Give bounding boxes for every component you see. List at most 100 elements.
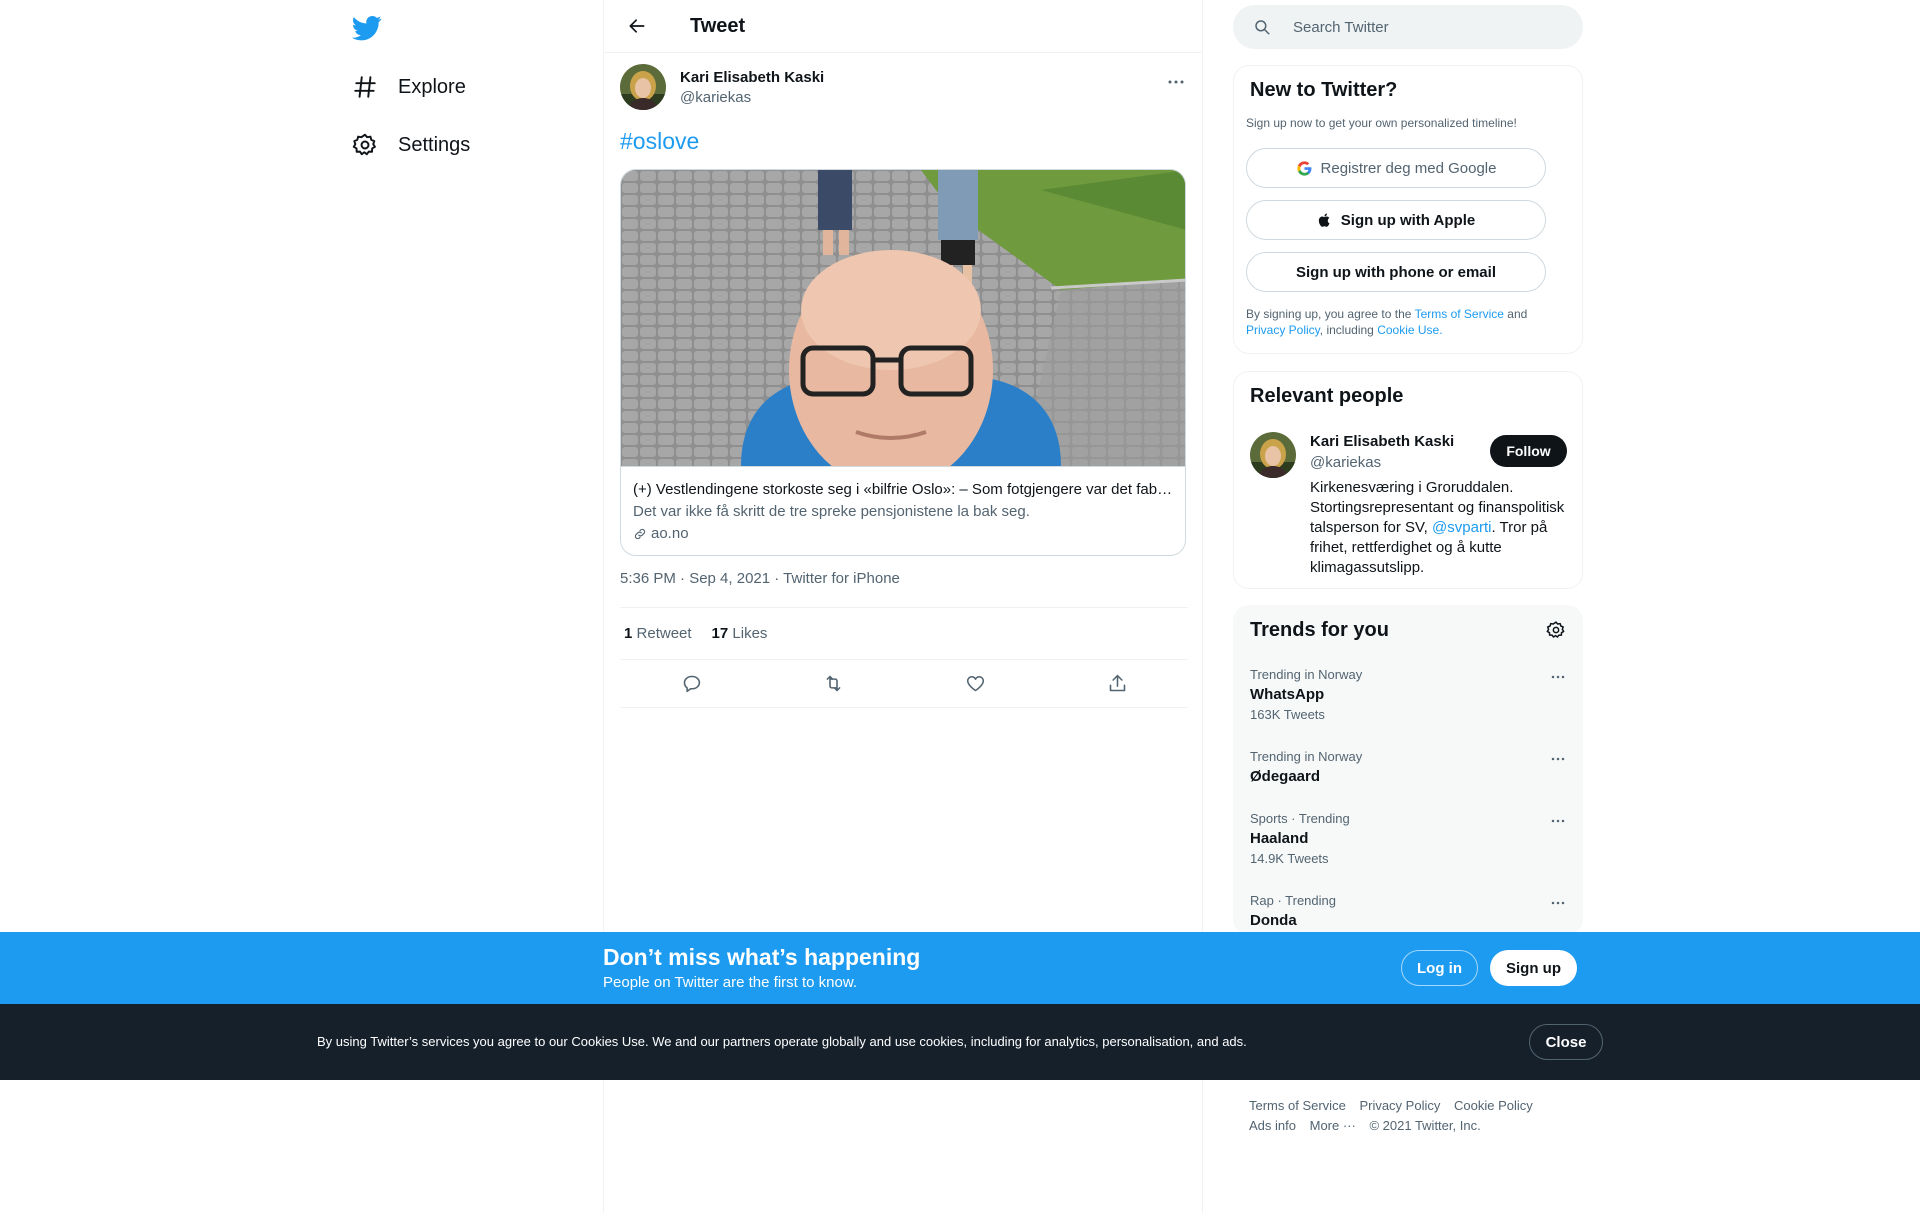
trend-item[interactable]: Trending in Norway Ødegaard [1250, 749, 1568, 785]
cookie-notice-text: By using Twitter’s services you agree to… [317, 1034, 1247, 1049]
trend-name: Donda [1250, 912, 1297, 929]
likes-count: 17 [711, 625, 729, 642]
relevant-people-title: Relevant people [1250, 385, 1404, 407]
trends-title: Trends for you [1250, 619, 1389, 641]
retweets-stat[interactable]: 1 Retweet [624, 625, 692, 642]
footer-more-link[interactable]: More ··· [1310, 1118, 1356, 1133]
google-signup-button[interactable]: Registrer deg med Google [1246, 148, 1546, 188]
more-options-icon[interactable] [1548, 667, 1568, 687]
trends-settings-gear-icon[interactable] [1546, 620, 1566, 640]
share-icon[interactable] [1100, 667, 1134, 701]
tweet-hashtag-link[interactable]: #oslove [620, 128, 699, 155]
more-options-icon[interactable] [1548, 811, 1568, 831]
signup-terms: By signing up, you agree to the Terms of… [1246, 306, 1566, 338]
trend-context: Sports · Trending [1250, 811, 1350, 826]
privacy-policy-link[interactable]: Privacy Policy [1246, 323, 1320, 337]
phone-email-signup-button[interactable]: Sign up with phone or email [1246, 252, 1546, 292]
terms-including: , including [1319, 323, 1374, 337]
nav-settings-label: Settings [398, 133, 471, 156]
page-title: Tweet [690, 14, 746, 37]
avatar[interactable] [620, 64, 666, 110]
card-description: Det var ikke få skritt de tre spreke pen… [633, 503, 1030, 520]
trend-count: 14.9K Tweets [1250, 851, 1329, 866]
tweet-timestamp[interactable]: 5:36 PM · Sep 4, 2021 · Twitter for iPho… [620, 570, 900, 587]
phone-email-signup-label: Sign up with phone or email [1295, 263, 1496, 281]
footer-ads-link[interactable]: Ads info [1249, 1118, 1296, 1133]
footer-links: Terms of Service Privacy Policy Cookie P… [1249, 1096, 1559, 1136]
back-arrow-icon[interactable] [620, 9, 654, 43]
google-signup-label: Registrer deg med Google [1320, 159, 1497, 177]
new-to-twitter-title: New to Twitter? [1250, 79, 1398, 101]
trend-count: 163K Tweets [1250, 707, 1325, 722]
signup-banner-title: Don’t miss what’s happening [603, 944, 921, 970]
tweet-header: Tweet [604, 0, 1202, 53]
nav-explore-label: Explore [398, 75, 466, 98]
footer-copyright: © 2021 Twitter, Inc. [1369, 1118, 1481, 1133]
signup-banner-subtitle: People on Twitter are the first to know. [603, 974, 858, 991]
card-title: (+) Vestlendingene storkoste seg i «bilf… [633, 481, 1175, 498]
apple-icon [1317, 212, 1333, 228]
trend-item[interactable]: Trending in Norway WhatsApp 163K Tweets [1250, 667, 1568, 722]
tweet-stats: 1 Retweet 17 Likes [620, 607, 1188, 660]
trend-item[interactable]: Rap · Trending Donda [1250, 893, 1568, 929]
footer-cookie-link[interactable]: Cookie Policy [1454, 1098, 1533, 1113]
trend-item[interactable]: Sports · Trending Haaland 14.9K Tweets [1250, 811, 1568, 866]
likes-stat[interactable]: 17 Likes [712, 625, 768, 642]
relevant-person-avatar[interactable] [1250, 432, 1296, 478]
apple-signup-button[interactable]: Sign up with Apple [1246, 200, 1546, 240]
trends-box: Trends for you Trending in Norway WhatsA… [1233, 605, 1583, 935]
trend-name: Ødegaard [1250, 768, 1321, 785]
card-domain: ao.no [633, 523, 1175, 545]
relevant-person-name[interactable]: Kari Elisabeth Kaski [1310, 433, 1454, 450]
login-button[interactable]: Log in [1401, 950, 1478, 986]
likes-label: Likes [732, 625, 768, 642]
link-preview-card[interactable]: (+) Vestlendingene storkoste seg i «bilf… [620, 169, 1186, 556]
trend-name: Haaland [1250, 830, 1309, 847]
more-options-icon[interactable] [1164, 70, 1188, 94]
card-photo [621, 170, 1185, 466]
hashtag-icon [352, 74, 378, 100]
retweets-count: 1 [624, 625, 633, 642]
card-domain-text: ao.no [651, 525, 689, 542]
search-input[interactable]: Search Twitter [1233, 5, 1583, 49]
author-handle[interactable]: @kariekas [680, 89, 751, 106]
like-heart-icon[interactable] [958, 667, 992, 701]
nav-item-explore[interactable]: Explore [352, 67, 466, 107]
card-meta: (+) Vestlendingene storkoste seg i «bilf… [621, 466, 1185, 545]
link-icon [633, 527, 647, 541]
author-name[interactable]: Kari Elisabeth Kaski [680, 69, 824, 86]
signup-banner: Don’t miss what’s happening People on Tw… [0, 932, 1920, 1004]
tweet-author: Kari Elisabeth Kaski @kariekas [620, 64, 1188, 112]
terms-of-service-link[interactable]: Terms of Service [1415, 307, 1504, 321]
signup-button[interactable]: Sign up [1490, 950, 1577, 986]
tweet-actions [620, 660, 1188, 708]
trend-name: WhatsApp [1250, 686, 1325, 703]
reply-icon[interactable] [674, 667, 708, 701]
terms-and: and [1507, 307, 1528, 321]
trend-context: Trending in Norway [1250, 667, 1363, 682]
gear-icon [352, 132, 378, 158]
google-icon [1296, 160, 1313, 177]
retweet-icon[interactable] [816, 667, 850, 701]
bio-mention-link[interactable]: @svparti [1432, 519, 1491, 536]
new-to-twitter-box: New to Twitter? Sign up now to get your … [1233, 65, 1583, 354]
terms-prefix: By signing up, you agree to the [1246, 307, 1412, 321]
twitter-logo-icon[interactable] [352, 13, 382, 43]
search-placeholder: Search Twitter [1293, 18, 1389, 36]
cookie-banner: By using Twitter’s services you agree to… [0, 1004, 1920, 1080]
footer-privacy-link[interactable]: Privacy Policy [1359, 1098, 1440, 1113]
more-options-icon[interactable] [1548, 749, 1568, 769]
footer-terms-link[interactable]: Terms of Service [1249, 1098, 1346, 1113]
retweets-label: Retweet [636, 625, 692, 642]
relevant-person-handle[interactable]: @kariekas [1310, 454, 1381, 471]
relevant-person-bio: Kirkenesværing i Groruddalen. Stortingsr… [1310, 478, 1572, 578]
more-options-icon[interactable] [1548, 893, 1568, 913]
relevant-people-box: Relevant people Kari Elisabeth Kaski @ka… [1233, 371, 1583, 589]
cookie-use-link[interactable]: Cookie Use. [1377, 323, 1442, 337]
trend-context: Rap · Trending [1250, 893, 1336, 908]
follow-button[interactable]: Follow [1490, 435, 1567, 467]
search-icon [1253, 18, 1271, 36]
trend-context: Trending in Norway [1250, 749, 1363, 764]
nav-item-settings[interactable]: Settings [352, 125, 470, 165]
cookie-close-button[interactable]: Close [1529, 1024, 1603, 1060]
